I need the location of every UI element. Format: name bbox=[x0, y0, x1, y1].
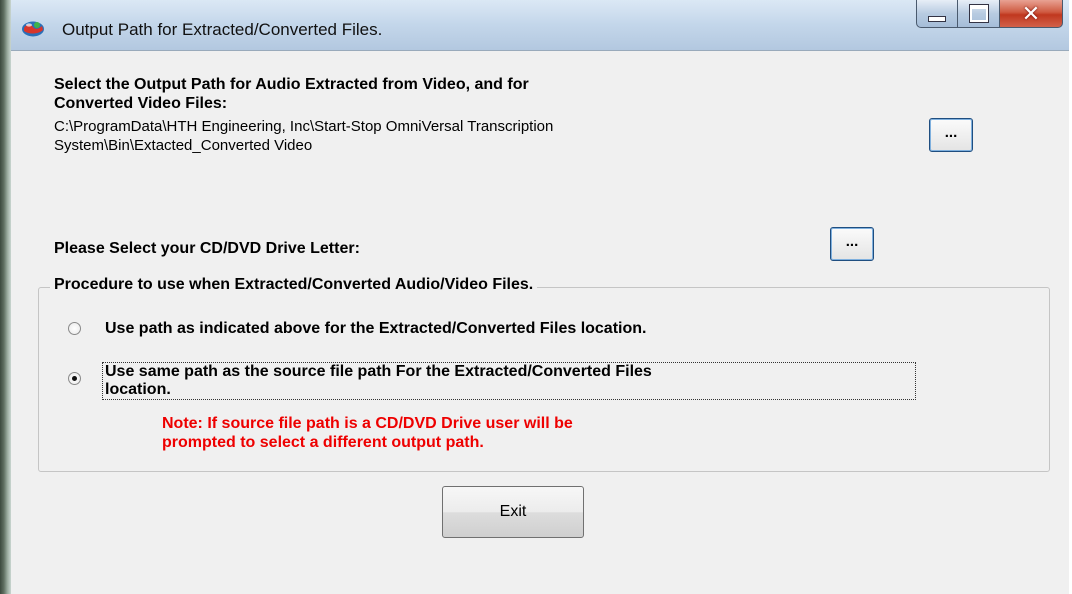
close-button[interactable]: ✕ bbox=[1000, 0, 1063, 28]
output-path-heading-line1: Select the Output Path for Audio Extract… bbox=[54, 76, 529, 93]
caption-buttons: ✕ bbox=[916, 0, 1063, 30]
browse-cd-drive-button[interactable]: ... bbox=[830, 227, 874, 261]
maximize-button[interactable] bbox=[958, 0, 1000, 28]
option2-radio[interactable] bbox=[68, 372, 81, 385]
option1-label[interactable]: Use path as indicated above for the Extr… bbox=[105, 320, 646, 338]
window-title: Output Path for Extracted/Converted File… bbox=[62, 20, 383, 39]
close-icon: ✕ bbox=[1021, 0, 1041, 26]
note-text-line1: Note: If source file path is a CD/DVD Dr… bbox=[162, 415, 573, 432]
background-window-edge bbox=[0, 0, 11, 594]
option1-radio[interactable] bbox=[68, 322, 81, 335]
app-globe-icon bbox=[22, 21, 44, 37]
procedure-legend: Procedure to use when Extracted/Converte… bbox=[50, 276, 538, 294]
browse-output-path-button[interactable]: ... bbox=[929, 118, 973, 152]
exit-button[interactable]: Exit bbox=[442, 486, 584, 538]
dialog-window: Output Path for Extracted/Converted File… bbox=[11, 0, 1069, 594]
note-text-line2: prompted to select a different output pa… bbox=[162, 434, 484, 451]
output-path-value-line2: System\Bin\Extacted_Converted Video bbox=[54, 137, 313, 154]
minimize-icon bbox=[928, 15, 946, 22]
option2-label-line1[interactable]: Use same path as the source file path Fo… bbox=[105, 363, 652, 381]
minimize-button[interactable] bbox=[916, 0, 958, 28]
title-bar[interactable]: Output Path for Extracted/Converted File… bbox=[11, 0, 1069, 51]
maximize-icon bbox=[968, 4, 989, 23]
option2-label-line2[interactable]: location. bbox=[105, 381, 171, 399]
output-path-heading-line2: Converted Video Files: bbox=[54, 95, 228, 112]
cd-drive-label: Please Select your CD/DVD Drive Letter: bbox=[54, 240, 360, 257]
output-path-value-line1: C:\ProgramData\HTH Engineering, Inc\Star… bbox=[54, 118, 554, 135]
